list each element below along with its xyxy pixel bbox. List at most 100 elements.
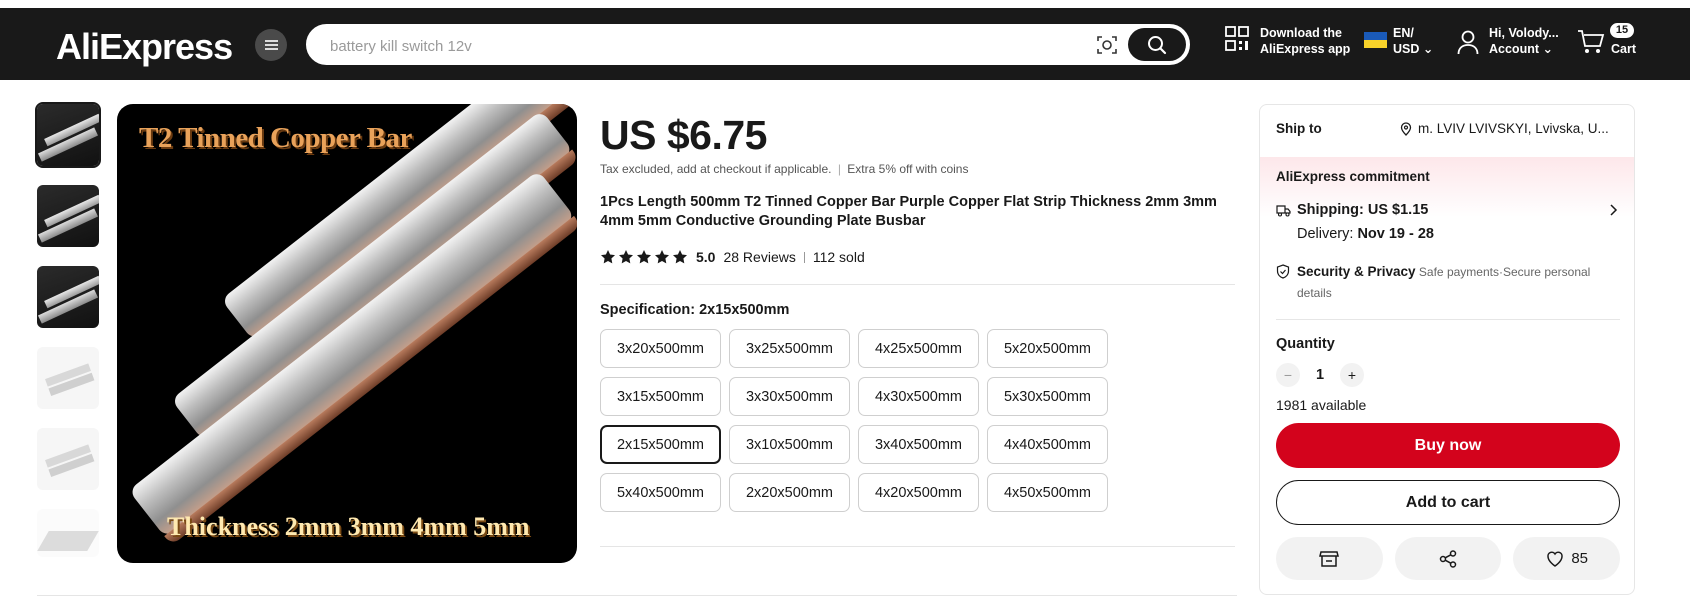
menu-button[interactable]	[255, 29, 287, 61]
shipping-cost: Shipping: US $1.15	[1297, 202, 1429, 218]
main-product-image[interactable]: T2 Tinned Copper Bar Thickness 2mm 3mm 4…	[117, 104, 577, 563]
camera-icon[interactable]	[1096, 34, 1118, 56]
thumbnail-5[interactable]	[37, 428, 99, 490]
spec-option[interactable]: 4x30x500mm	[858, 377, 979, 416]
store-icon	[1319, 550, 1340, 567]
account-menu[interactable]: Hi, Volody... Account ⌄	[1489, 25, 1559, 57]
logo-text: AliExpress	[56, 26, 233, 67]
delivery-label: Delivery:	[1297, 226, 1354, 242]
cart-icon[interactable]	[1577, 29, 1605, 55]
image-title: T2 Tinned Copper Bar	[139, 122, 412, 154]
spec-option[interactable]: 3x25x500mm	[729, 329, 850, 368]
ship-to-value: m. LVIV LVIVSKYI, Lvivska, U...	[1418, 121, 1609, 136]
spec-option[interactable]: 5x30x500mm	[987, 377, 1108, 416]
spec-option[interactable]: 3x40x500mm	[858, 425, 979, 464]
wishlist-count: 85	[1571, 550, 1589, 567]
quantity-label: Quantity	[1276, 336, 1335, 352]
star-icon	[601, 250, 615, 264]
spec-option[interactable]: 5x20x500mm	[987, 329, 1108, 368]
spec-option[interactable]: 4x40x500mm	[987, 425, 1108, 464]
quantity-value[interactable]: 1	[1300, 367, 1340, 383]
spec-option[interactable]: 4x25x500mm	[858, 329, 979, 368]
spec-option[interactable]: 3x30x500mm	[729, 377, 850, 416]
search-button[interactable]	[1128, 28, 1186, 61]
image-subtitle: Thickness 2mm 3mm 4mm 5mm	[167, 512, 530, 541]
star-icon	[619, 250, 633, 264]
shield-icon	[1276, 264, 1290, 279]
security-text: Security & Privacy Safe payments·Secure …	[1297, 261, 1617, 304]
action-buttons: 85	[1276, 537, 1621, 580]
cart-label: Cart	[1611, 42, 1637, 56]
user-icon[interactable]	[1457, 29, 1479, 55]
sold-count: 112 sold	[812, 249, 865, 265]
language-currency-selector[interactable]: EN/ USD ⌄	[1393, 25, 1433, 57]
thumbnail-1[interactable]	[35, 102, 101, 168]
location-pin-icon	[1400, 121, 1412, 136]
divider	[803, 251, 805, 263]
app-line1: Download the	[1260, 26, 1342, 40]
cart-count-badge: 15	[1610, 23, 1634, 38]
specification-label: Specification: 2x15x500mm	[600, 302, 790, 318]
spec-option[interactable]: 3x10x500mm	[729, 425, 850, 464]
account-label: Account	[1489, 42, 1539, 56]
spec-option[interactable]: 4x50x500mm	[987, 473, 1108, 512]
menu-icon	[264, 40, 278, 50]
qr-code-icon[interactable]	[1225, 26, 1249, 52]
product-title: 1Pcs Length 500mm T2 Tinned Copper Bar P…	[600, 194, 1217, 229]
thumbnail-2[interactable]	[37, 185, 99, 247]
chevron-down-icon: ⌄	[1542, 42, 1553, 56]
chevron-down-icon: ⌄	[1422, 42, 1434, 56]
currency-label: USD	[1393, 42, 1420, 56]
spec-option[interactable]: 3x20x500mm	[600, 329, 721, 368]
thumbnail-6[interactable]	[37, 509, 99, 557]
cart-link[interactable]: Cart	[1611, 41, 1636, 57]
thumbnail-4[interactable]	[37, 347, 99, 409]
star-icon	[637, 250, 651, 264]
ukraine-flag-icon	[1364, 32, 1387, 48]
tax-note: Tax excluded, add at checkout if applica…	[600, 162, 969, 176]
search-bar	[306, 24, 1190, 65]
star-icon	[655, 250, 669, 264]
truck-icon	[1276, 205, 1291, 217]
share-button[interactable]	[1394, 537, 1502, 580]
site-header: AliExpress Download the AliExpress app E…	[0, 8, 1690, 80]
spec-option[interactable]: 5x40x500mm	[600, 473, 721, 512]
spec-option[interactable]: 3x15x500mm	[600, 377, 721, 416]
divider	[1276, 319, 1620, 320]
download-app-link[interactable]: Download the AliExpress app	[1260, 25, 1350, 57]
increase-quantity-button[interactable]: +	[1340, 363, 1364, 387]
thumbnail-list	[35, 102, 101, 576]
coins-note[interactable]: Extra 5% off with coins	[847, 162, 968, 176]
quantity-stepper: − 1 +	[1276, 363, 1364, 387]
spec-options: 3x20x500mm 3x25x500mm 4x25x500mm 5x20x50…	[600, 329, 1108, 512]
available-count: 1981 available	[1276, 397, 1367, 413]
commitment-title: AliExpress commitment	[1276, 169, 1430, 184]
security-title: Security & Privacy	[1297, 264, 1416, 279]
aliexpress-logo[interactable]: AliExpress	[56, 26, 233, 68]
user-greeting: Hi, Volody...	[1489, 26, 1559, 40]
spec-option[interactable]: 2x20x500mm	[729, 473, 850, 512]
spec-option[interactable]: 4x20x500mm	[858, 473, 979, 512]
share-icon	[1439, 549, 1457, 568]
wishlist-button[interactable]: 85	[1513, 537, 1621, 580]
rating-score: 5.0	[696, 249, 716, 265]
rating-row: 5.0 28 Reviews 112 sold	[600, 247, 865, 267]
ship-to-label: Ship to	[1276, 121, 1322, 136]
tax-text: Tax excluded, add at checkout if applica…	[600, 162, 832, 176]
ship-to-selector[interactable]: m. LVIV LVIVSKYI, Lvivska, U...	[1400, 121, 1624, 136]
product-price: US $6.75	[600, 112, 767, 158]
reviews-link[interactable]: 28 Reviews	[723, 249, 795, 265]
divider	[600, 546, 1235, 547]
decrease-quantity-button[interactable]: −	[1276, 363, 1300, 387]
search-input[interactable]	[330, 36, 1030, 56]
store-button[interactable]	[1276, 537, 1383, 580]
spec-option-selected[interactable]: 2x15x500mm	[600, 425, 721, 464]
thumbnail-3[interactable]	[37, 266, 99, 328]
search-icon	[1148, 35, 1167, 54]
star-icon	[673, 250, 687, 264]
lang-label: EN/	[1393, 26, 1414, 40]
app-line2: AliExpress app	[1260, 42, 1351, 56]
buy-now-button[interactable]: Buy now	[1276, 423, 1620, 468]
delivery-info: Delivery: Nov 19 - 28	[1297, 226, 1434, 242]
add-to-cart-button[interactable]: Add to cart	[1276, 480, 1620, 525]
